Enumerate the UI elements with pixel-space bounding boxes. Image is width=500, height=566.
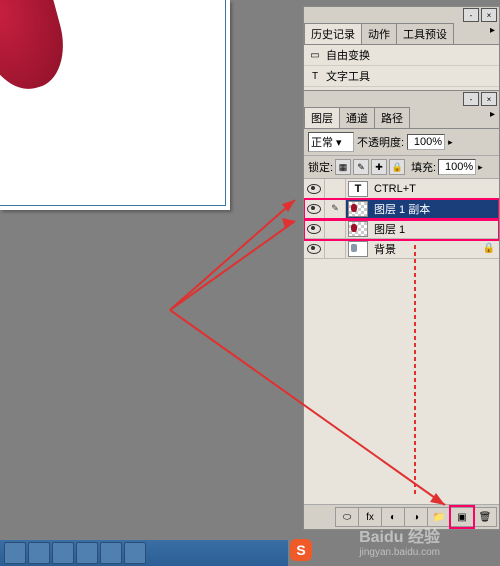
link-cell[interactable] [325, 219, 346, 238]
layer-list: T CTRL+T ✎ 图层 1 副本 图层 1 背景🔒 [304, 179, 499, 504]
taskbar-icon[interactable] [52, 542, 74, 564]
visibility-icon[interactable] [307, 244, 321, 254]
layer-row-copy[interactable]: ✎ 图层 1 副本 [304, 199, 499, 219]
tab-paths[interactable]: 路径 [374, 107, 410, 128]
tab-layers[interactable]: 图层 [304, 107, 340, 128]
layer-label[interactable]: 图层 1 [370, 221, 499, 237]
canvas-area[interactable] [0, 0, 230, 210]
layer-thumb-icon [348, 201, 368, 217]
visibility-icon[interactable] [307, 184, 321, 194]
fill-input[interactable]: 100% [438, 159, 476, 175]
layer-label[interactable]: 背景🔒 [370, 241, 499, 257]
opacity-label: 不透明度: [357, 134, 404, 150]
close-button[interactable]: × [481, 92, 497, 106]
link-cell[interactable] [325, 179, 346, 198]
history-item[interactable]: T 文字工具 [304, 66, 499, 87]
text-layer-thumb-icon: T [348, 181, 368, 197]
layers-panel: - × 图层 通道 路径 ▸ 正常 ▾ 不透明度: 100% ▸ 锁定: ▦ ✎ … [303, 90, 500, 530]
visibility-icon[interactable] [307, 224, 321, 234]
link-cell[interactable]: ✎ [325, 199, 346, 218]
lock-pixels-icon[interactable]: ✎ [353, 159, 369, 175]
new-layer-button[interactable]: ▣ [450, 507, 474, 527]
layer-label[interactable]: 图层 1 副本 [370, 201, 499, 217]
taskbar-icon[interactable] [4, 542, 26, 564]
tab-tool-presets[interactable]: 工具预设 [396, 23, 454, 44]
watermark: Baidu 经验 jingyan.baidu.com [359, 523, 440, 558]
history-item-label: 自由变换 [326, 47, 370, 63]
delete-layer-button[interactable]: 🗑 [473, 507, 497, 527]
sogou-logo-icon: S [290, 539, 312, 561]
minimize-button[interactable]: - [463, 92, 479, 106]
tab-history[interactable]: 历史记录 [304, 23, 362, 44]
link-layers-button[interactable]: ⬭ [335, 507, 359, 527]
layer-row-background[interactable]: 背景🔒 [304, 239, 499, 259]
taskbar [0, 540, 288, 566]
lock-position-icon[interactable]: ✚ [371, 159, 387, 175]
link-cell[interactable] [325, 239, 346, 258]
panel-menu-icon[interactable]: ▸ [486, 23, 499, 44]
layer-thumb-icon [348, 241, 368, 257]
taskbar-icon[interactable] [28, 542, 50, 564]
lock-transparency-icon[interactable]: ▦ [335, 159, 351, 175]
lock-icon: 🔒 [483, 243, 495, 254]
tab-actions[interactable]: 动作 [361, 23, 397, 44]
canvas-subject [0, 0, 74, 98]
tab-channels[interactable]: 通道 [339, 107, 375, 128]
panel-menu-icon[interactable]: ▸ [486, 107, 499, 128]
layer-row[interactable]: 图层 1 [304, 219, 499, 239]
taskbar-icon[interactable] [124, 542, 146, 564]
history-item-label: 文字工具 [326, 68, 370, 84]
layer-row-text[interactable]: T CTRL+T [304, 179, 499, 199]
visibility-icon[interactable] [307, 204, 321, 214]
layers-tabs: 图层 通道 路径 ▸ [304, 107, 499, 129]
close-button[interactable]: × [481, 8, 497, 22]
lock-label: 锁定: [308, 159, 333, 175]
blend-mode-select[interactable]: 正常 ▾ [308, 132, 354, 152]
free-transform-icon: ▭ [308, 48, 322, 62]
taskbar-icon[interactable] [76, 542, 98, 564]
layer-label[interactable]: CTRL+T [370, 183, 499, 195]
taskbar-icon[interactable] [100, 542, 122, 564]
layer-thumb-icon [348, 221, 368, 237]
minimize-button[interactable]: - [463, 8, 479, 22]
lock-all-icon[interactable]: 🔒 [389, 159, 405, 175]
fill-label: 填充: [411, 159, 436, 175]
opacity-input[interactable]: 100% [407, 134, 445, 150]
text-tool-icon: T [308, 69, 322, 83]
history-item[interactable]: ▭ 自由变换 [304, 45, 499, 66]
history-tabs: 历史记录 动作 工具预设 ▸ [304, 23, 499, 45]
